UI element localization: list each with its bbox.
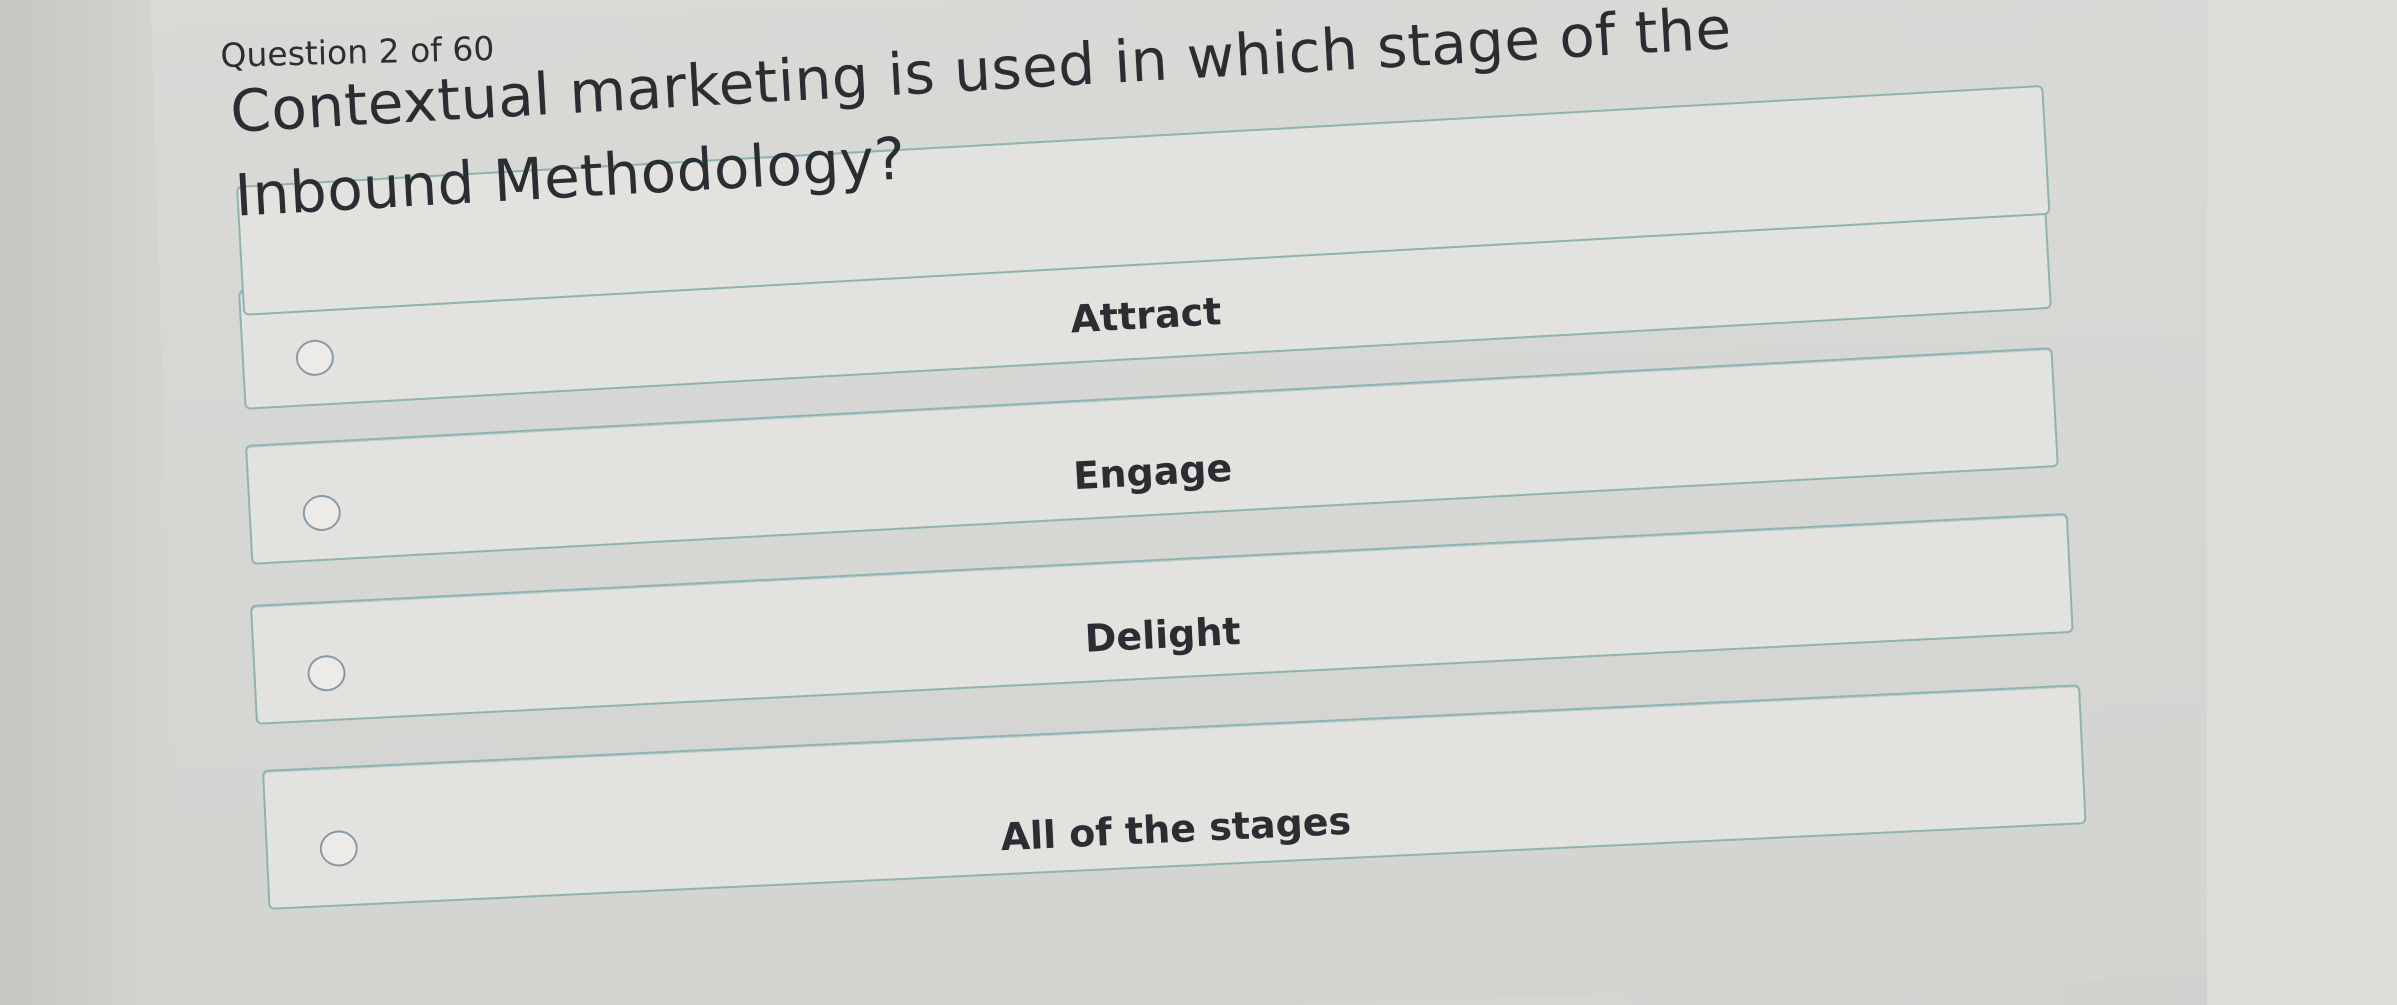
right-margin: [2207, 0, 2397, 1005]
screen: Question 2 of 60 Contextual marketing is…: [0, 0, 2397, 1005]
